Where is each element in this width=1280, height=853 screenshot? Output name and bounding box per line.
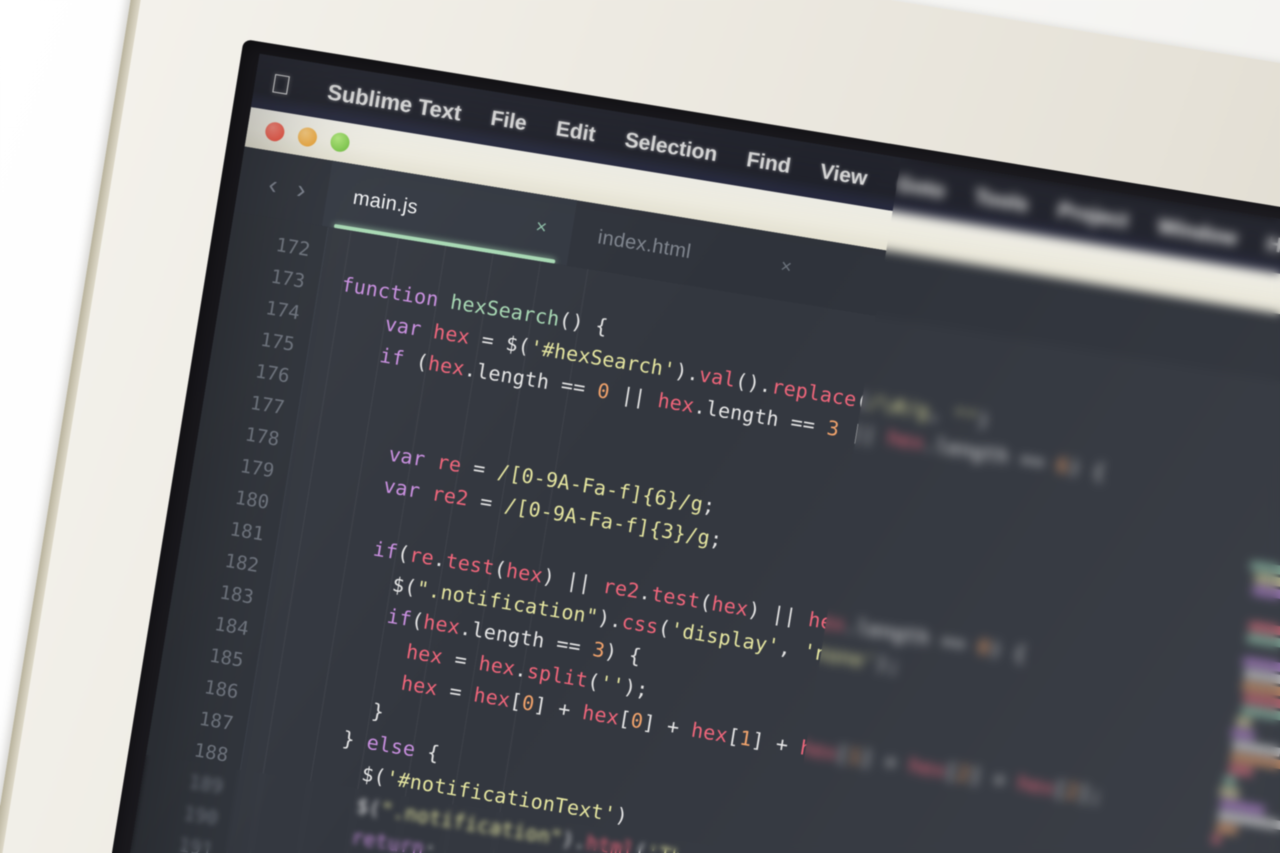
minimap-row [1223,775,1237,787]
screen-bezel:  Sublime Text File Edit Selection Find … [74,39,1280,853]
minimap-row [1215,822,1238,835]
minimize-window-button[interactable] [296,125,319,148]
minimap-row [1231,728,1255,741]
minimap-row [1228,764,1254,777]
tab-label: main.js [351,186,420,219]
menu-item-edit[interactable]: Edit [539,115,612,150]
menu-item-view[interactable]: View [803,158,883,194]
laptop-body:  Sublime Text File Edit Selection Find … [0,0,1280,853]
menu-item-tools[interactable]: Tools [958,183,1045,220]
menu-item-selection[interactable]: Selection [608,126,734,169]
minimap-row [1218,786,1240,799]
close-icon[interactable]: × [779,256,793,279]
minimap-row [1251,585,1280,611]
screen:  Sublime Text File Edit Selection Find … [93,53,1280,853]
nav-forward-icon[interactable]: › [285,172,318,207]
minimap-row [1246,633,1280,651]
menu-item-file[interactable]: File [474,104,543,138]
tab-label: index.html [596,225,693,263]
menu-item-help[interactable]: Help [1250,230,1280,266]
close-icon[interactable]: × [534,216,548,239]
menu-item-project[interactable]: Project [1041,196,1145,236]
menu-item-goto[interactable]: Goto [880,170,962,206]
minimap-row [1211,834,1221,845]
photograph:  Sublime Text File Edit Selection Find … [0,0,1280,853]
menu-item-window[interactable]: Window [1141,212,1254,253]
menu-item-find[interactable]: Find [730,146,807,182]
minimap-row [1235,716,1252,728]
tab-nav-group: ‹ › [237,164,330,209]
apple-logo-icon[interactable]:  [269,68,294,101]
close-window-button[interactable] [264,120,286,143]
zoom-window-button[interactable] [329,130,351,153]
